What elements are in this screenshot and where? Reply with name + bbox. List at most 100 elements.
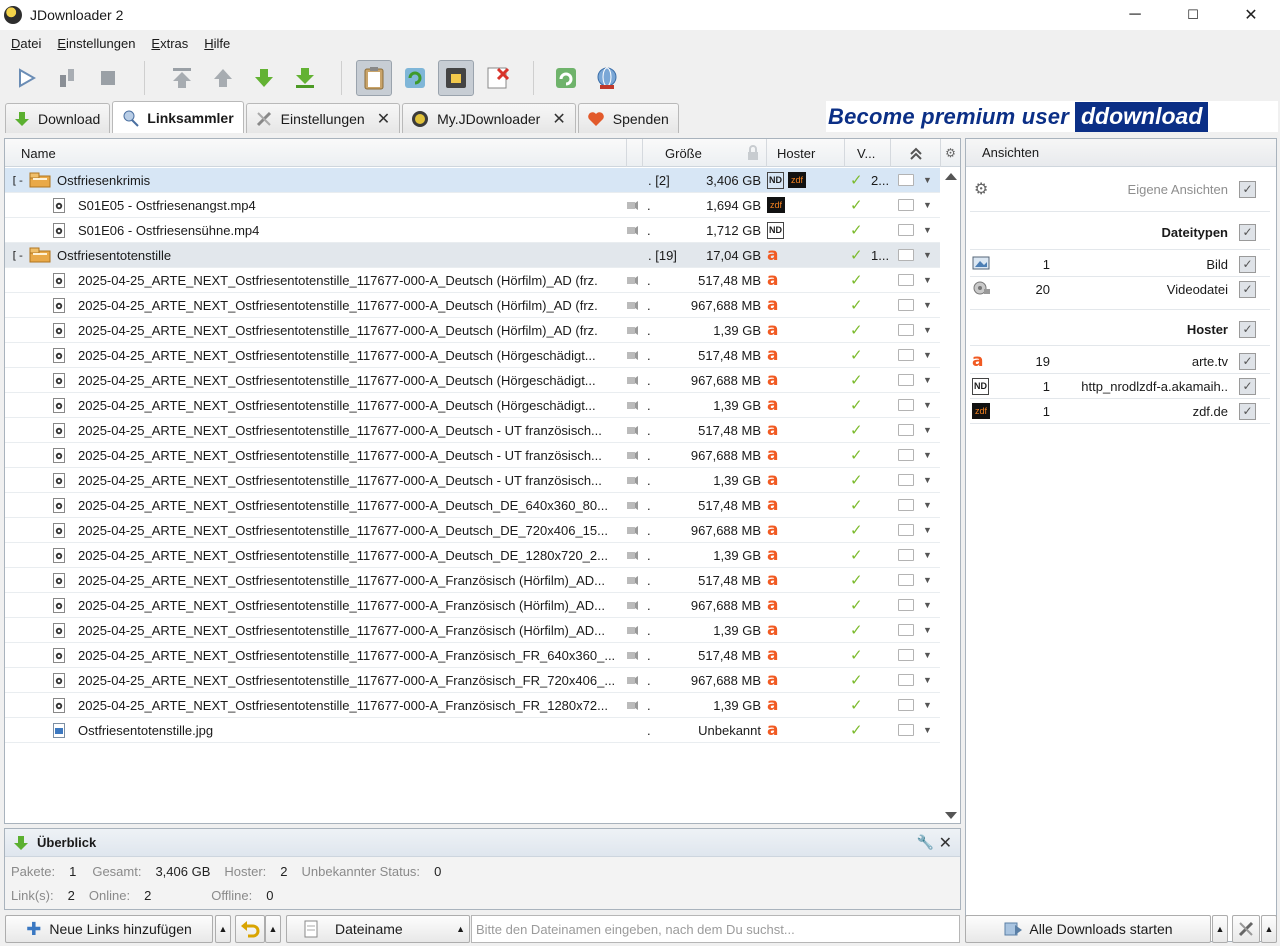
- clear-menu-button[interactable]: ▲: [265, 915, 281, 943]
- silent-mode-button[interactable]: [479, 60, 515, 96]
- maximize-button[interactable]: ☐: [1164, 0, 1222, 30]
- link-row[interactable]: 2025-04-25_ARTE_NEXT_Ostfriesentotenstil…: [5, 468, 940, 493]
- link-row[interactable]: 2025-04-25_ARTE_NEXT_Ostfriesentotenstil…: [5, 668, 940, 693]
- search-field-selector[interactable]: Dateiname ▲: [286, 915, 470, 943]
- priority-dropdown[interactable]: ▼: [898, 243, 938, 267]
- start-downloads-button[interactable]: [8, 60, 44, 96]
- priority-dropdown[interactable]: ▼: [898, 643, 938, 667]
- link-row[interactable]: 2025-04-25_ARTE_NEXT_Ostfriesentotenstil…: [5, 318, 940, 343]
- pause-downloads-button[interactable]: [49, 60, 85, 96]
- hoster-row[interactable]: ND 1 http_nrodlzdf-a.akamaih.. ✓: [966, 374, 1272, 398]
- link-row[interactable]: 2025-04-25_ARTE_NEXT_Ostfriesentotenstil…: [5, 343, 940, 368]
- close-tab-einstellungen-icon[interactable]: ✕: [377, 109, 390, 129]
- filetype-row[interactable]: 20 Videodatei ✓: [966, 277, 1272, 301]
- link-row[interactable]: 2025-04-25_ARTE_NEXT_Ostfriesentotenstil…: [5, 493, 940, 518]
- link-row[interactable]: S01E06 - Ostfriesensühne.mp4. 1,712 GB ND ✓…: [5, 218, 940, 243]
- priority-dropdown[interactable]: ▼: [898, 543, 938, 567]
- link-row[interactable]: 2025-04-25_ARTE_NEXT_Ostfriesentotenstil…: [5, 543, 940, 568]
- bottom-settings-menu-button[interactable]: ▲: [1261, 915, 1277, 943]
- expand-toggle[interactable]: [-]: [11, 243, 25, 267]
- scroll-up-icon[interactable]: [943, 170, 960, 182]
- priority-dropdown[interactable]: ▼: [898, 368, 938, 392]
- link-row[interactable]: 2025-04-25_ARTE_NEXT_Ostfriesentotenstil…: [5, 443, 940, 468]
- column-priority[interactable]: [891, 139, 941, 167]
- link-row[interactable]: 2025-04-25_ARTE_NEXT_Ostfriesentotenstil…: [5, 293, 940, 318]
- filetype-checkbox[interactable]: ✓: [1239, 255, 1256, 273]
- link-row[interactable]: 2025-04-25_ARTE_NEXT_Ostfriesentotenstil…: [5, 418, 940, 443]
- clear-linkgrabber-button[interactable]: [235, 915, 265, 943]
- link-row[interactable]: 2025-04-25_ARTE_NEXT_Ostfriesentotenstil…: [5, 693, 940, 718]
- auto-reconnect-button[interactable]: [397, 60, 433, 96]
- tab-linksammler[interactable]: Linksammler: [112, 101, 244, 133]
- priority-dropdown[interactable]: ▼: [898, 168, 938, 192]
- tab-einstellungen[interactable]: Einstellungen ✕: [245, 103, 401, 133]
- filetype-row[interactable]: 1 Bild ✓: [966, 252, 1272, 276]
- priority-dropdown[interactable]: ▼: [898, 293, 938, 317]
- move-to-bottom-button[interactable]: [287, 60, 323, 96]
- custom-views-checkbox[interactable]: ✓: [1239, 180, 1256, 198]
- close-overview-icon[interactable]: ✕: [939, 833, 952, 853]
- hoster-checkbox[interactable]: ✓: [1239, 320, 1256, 338]
- column-hoster[interactable]: Hoster: [767, 139, 845, 167]
- custom-views-row[interactable]: ⚙ Eigene Ansichten ✓: [966, 177, 1272, 201]
- priority-dropdown[interactable]: ▼: [898, 493, 938, 517]
- link-row[interactable]: Ostfriesentotenstille.jpg. Unbekannt a ✓ ▼: [5, 718, 940, 743]
- filetypes-checkbox[interactable]: ✓: [1239, 223, 1256, 241]
- priority-dropdown[interactable]: ▼: [898, 218, 938, 242]
- update-button[interactable]: [548, 60, 584, 96]
- link-row[interactable]: 2025-04-25_ARTE_NEXT_Ostfriesentotenstil…: [5, 268, 940, 293]
- tab-download[interactable]: Download: [5, 103, 111, 133]
- priority-dropdown[interactable]: ▼: [898, 568, 938, 592]
- menu-hilfe[interactable]: Hilfe: [199, 36, 235, 51]
- hoster-item-checkbox[interactable]: ✓: [1239, 352, 1256, 370]
- priority-dropdown[interactable]: ▼: [898, 593, 938, 617]
- priority-dropdown[interactable]: ▼: [898, 443, 938, 467]
- tab-myjdownloader[interactable]: My.JDownloader ✕: [402, 103, 576, 133]
- move-up-button[interactable]: [205, 60, 241, 96]
- link-row[interactable]: 2025-04-25_ARTE_NEXT_Ostfriesentotenstil…: [5, 643, 940, 668]
- move-to-top-button[interactable]: [164, 60, 200, 96]
- priority-dropdown[interactable]: ▼: [898, 193, 938, 217]
- priority-dropdown[interactable]: ▼: [898, 318, 938, 342]
- priority-dropdown[interactable]: ▼: [898, 268, 938, 292]
- link-row[interactable]: 2025-04-25_ARTE_NEXT_Ostfriesentotenstil…: [5, 618, 940, 643]
- filename-search-input[interactable]: [471, 915, 960, 943]
- link-row[interactable]: 2025-04-25_ARTE_NEXT_Ostfriesentotenstil…: [5, 393, 940, 418]
- link-row[interactable]: 2025-04-25_ARTE_NEXT_Ostfriesentotenstil…: [5, 593, 940, 618]
- link-row[interactable]: 2025-04-25_ARTE_NEXT_Ostfriesentotenstil…: [5, 518, 940, 543]
- start-all-menu-button[interactable]: ▲: [1212, 915, 1228, 943]
- menu-extras[interactable]: Extras: [146, 36, 193, 51]
- start-all-downloads-button[interactable]: Alle Downloads starten: [965, 915, 1211, 943]
- column-size[interactable]: Größe: [643, 139, 767, 167]
- column-name[interactable]: Name: [5, 139, 627, 167]
- filetype-checkbox[interactable]: ✓: [1239, 280, 1256, 298]
- priority-dropdown[interactable]: ▼: [898, 518, 938, 542]
- priority-dropdown[interactable]: ▼: [898, 393, 938, 417]
- add-new-links-button[interactable]: ✚ Neue Links hinzufügen: [5, 915, 213, 943]
- package-row[interactable]: [-]Ostfriesenkrimis. [2]3,406 GBNDzdf✓2.…: [5, 168, 940, 193]
- hoster-row[interactable]: a 19 arte.tv ✓: [966, 349, 1272, 373]
- column-availability[interactable]: V...: [845, 139, 891, 167]
- close-tab-myjdownloader-icon[interactable]: ✕: [552, 109, 565, 129]
- priority-dropdown[interactable]: ▼: [898, 693, 938, 717]
- stop-downloads-button[interactable]: [90, 60, 126, 96]
- premium-button[interactable]: [438, 60, 474, 96]
- expand-toggle[interactable]: [-]: [11, 168, 25, 192]
- priority-dropdown[interactable]: ▼: [898, 418, 938, 442]
- priority-dropdown[interactable]: ▼: [898, 718, 938, 742]
- reconnect-globe-button[interactable]: [589, 60, 625, 96]
- package-row[interactable]: [-]Ostfriesentotenstille. [19]17,04 GBa✓…: [5, 243, 940, 268]
- minimize-button[interactable]: ─: [1106, 0, 1164, 30]
- priority-dropdown[interactable]: ▼: [898, 343, 938, 367]
- priority-dropdown[interactable]: ▼: [898, 618, 938, 642]
- filetypes-header-row[interactable]: Dateitypen ✓: [966, 220, 1272, 244]
- bottom-settings-button[interactable]: [1232, 915, 1260, 943]
- column-properties[interactable]: [627, 139, 643, 167]
- clipboard-observer-button[interactable]: [356, 60, 392, 96]
- wrench-icon[interactable]: 🔧: [917, 834, 934, 851]
- priority-dropdown[interactable]: ▼: [898, 668, 938, 692]
- tab-spenden[interactable]: Spenden: [577, 103, 679, 133]
- hoster-header-row[interactable]: Hoster ✓: [966, 317, 1272, 341]
- move-down-button[interactable]: [246, 60, 282, 96]
- hoster-item-checkbox[interactable]: ✓: [1239, 402, 1256, 420]
